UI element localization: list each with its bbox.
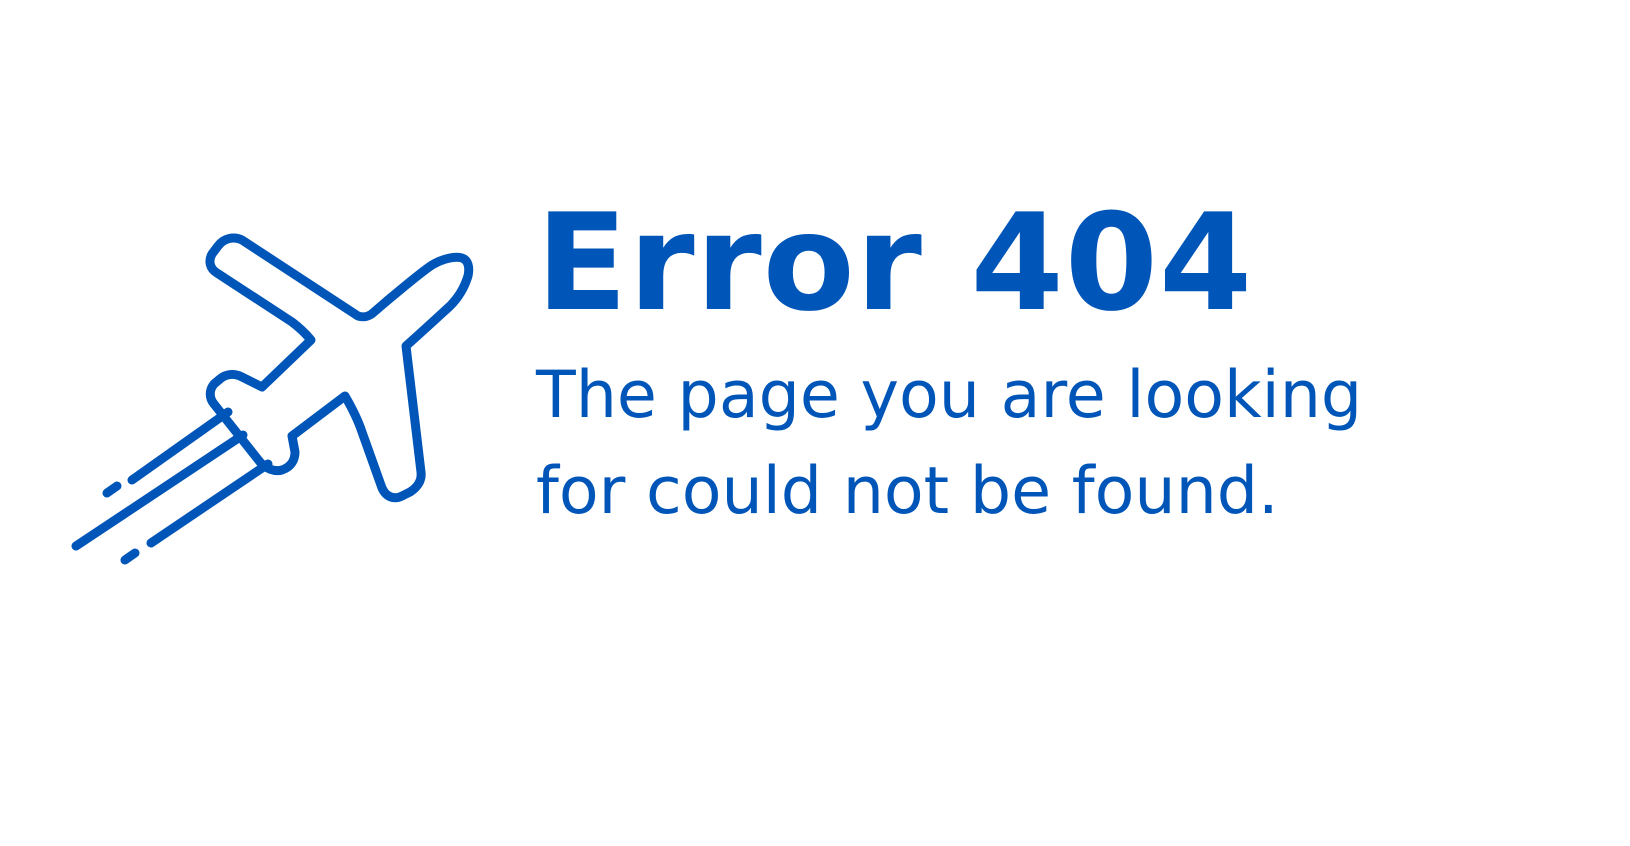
speed-line xyxy=(120,548,140,565)
error-title: Error 404 xyxy=(536,185,1254,341)
speed-line xyxy=(127,407,233,485)
error-page: Error 404 The page you are looking for c… xyxy=(0,0,1630,846)
speed-line xyxy=(71,430,248,551)
airplane-takeoff-icon xyxy=(60,210,490,590)
airplane-outline xyxy=(205,233,474,503)
speed-line xyxy=(102,481,122,498)
speed-line xyxy=(146,459,273,548)
error-message-block: Error 404 The page you are looking for c… xyxy=(536,196,1576,540)
error-description: The page you are looking for could not b… xyxy=(536,358,1363,529)
